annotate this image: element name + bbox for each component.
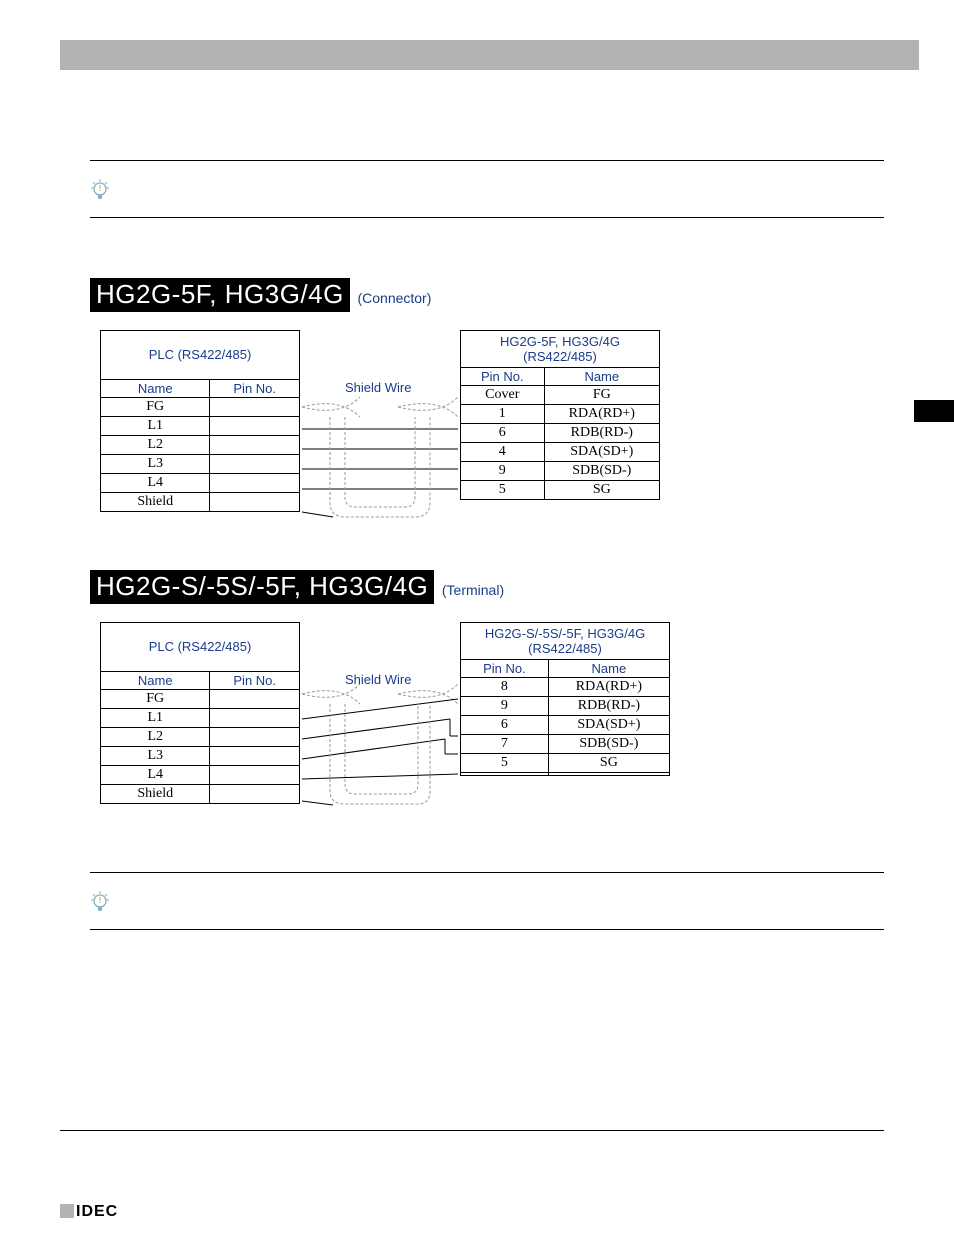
cell: L3: [101, 747, 210, 766]
left-pin-table: NamePin No. FG L1 L2 L3 L4 Shield: [100, 379, 300, 512]
side-tab: [914, 400, 954, 422]
cell: 9: [461, 697, 549, 716]
cell: L4: [101, 766, 210, 785]
cell: 4: [461, 443, 545, 462]
wire-diagram-b: [300, 679, 460, 829]
col-pin: Pin No.: [210, 672, 300, 690]
cell: RDB(RD-): [548, 697, 669, 716]
cell: FG: [101, 690, 210, 709]
cell: SG: [548, 754, 669, 773]
cell: RDA(RD+): [544, 405, 659, 424]
col-pin: Pin No.: [461, 368, 545, 386]
cell: SDB(SD-): [548, 735, 669, 754]
divider: [90, 160, 884, 161]
divider: [90, 929, 884, 930]
right-pin-table: Pin No.Name CoverFG 1RDA(RD+) 6RDB(RD-) …: [460, 367, 660, 500]
cell: Shield: [101, 493, 210, 512]
cell: 1: [461, 405, 545, 424]
divider: [90, 872, 884, 873]
cell: SDA(SD+): [544, 443, 659, 462]
cell: 6: [461, 716, 549, 735]
right-title-b1: HG2G-S/-5S/-5F, HG3G/4G: [463, 626, 667, 641]
wire-diagram: [300, 387, 460, 537]
cell: FG: [544, 386, 659, 405]
col-name: Name: [101, 380, 210, 398]
cell: [548, 773, 669, 776]
svg-text:!: !: [99, 896, 102, 905]
right-title-b2: (RS422/485): [463, 641, 667, 656]
cell: 5: [461, 754, 549, 773]
cell: SDB(SD-): [544, 462, 659, 481]
col-name: Name: [544, 368, 659, 386]
divider: [90, 217, 884, 218]
left-title-b: PLC (RS422/485): [100, 622, 300, 671]
col-pin: Pin No.: [210, 380, 300, 398]
cell: L1: [101, 417, 210, 436]
right-title-1: HG2G-5F, HG3G/4G: [463, 334, 657, 349]
cell: L2: [101, 436, 210, 455]
heading-badge-1: HG2G-5F, HG3G/4G: [90, 278, 350, 312]
cell: L2: [101, 728, 210, 747]
svg-text:!: !: [99, 184, 102, 193]
lightbulb-icon: !: [90, 179, 110, 203]
heading-badge-2: HG2G-S/-5S/-5F, HG3G/4G: [90, 570, 434, 604]
cell: RDA(RD+): [548, 678, 669, 697]
cell: 9: [461, 462, 545, 481]
cell: 8: [461, 678, 549, 697]
cell: SDA(SD+): [548, 716, 669, 735]
cell: 7: [461, 735, 549, 754]
right-pin-table-b: Pin No.Name 8RDA(RD+) 9RDB(RD-) 6SDA(SD+…: [460, 659, 670, 776]
cell: Shield: [101, 785, 210, 804]
cell: 6: [461, 424, 545, 443]
header-bar: [60, 40, 919, 70]
cell: 5: [461, 481, 545, 500]
cell: RDB(RD-): [544, 424, 659, 443]
cell: FG: [101, 398, 210, 417]
left-title: PLC (RS422/485): [100, 330, 300, 379]
heading-suffix-1: (Connector): [357, 290, 431, 306]
right-title-2: (RS422/485): [463, 349, 657, 364]
col-pin: Pin No.: [461, 660, 549, 678]
col-name: Name: [548, 660, 669, 678]
cell: Cover: [461, 386, 545, 405]
cell: [461, 773, 549, 776]
col-name: Name: [101, 672, 210, 690]
lightbulb-icon: !: [90, 891, 110, 915]
cell: L3: [101, 455, 210, 474]
cell: L4: [101, 474, 210, 493]
cell: L1: [101, 709, 210, 728]
footer-divider: [60, 1130, 884, 1131]
cell: SG: [544, 481, 659, 500]
left-pin-table-b: NamePin No. FG L1 L2 L3 L4 Shield: [100, 671, 300, 804]
heading-suffix-2: (Terminal): [442, 582, 504, 598]
